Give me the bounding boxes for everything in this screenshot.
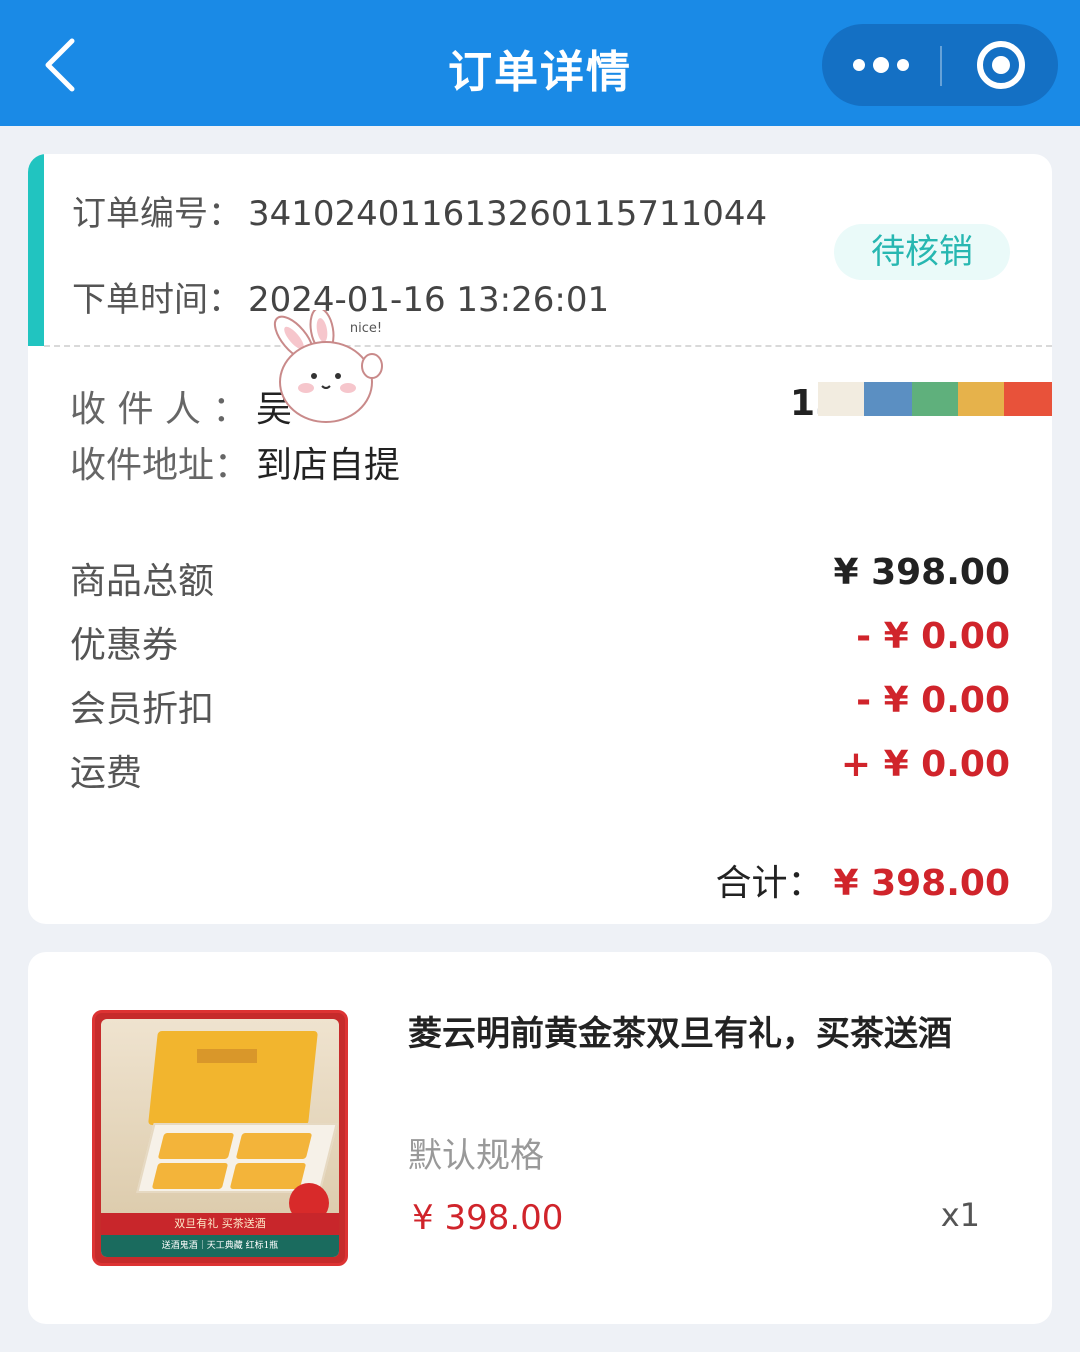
total-amount: ¥ 398.00 — [833, 863, 1010, 904]
navigation-bar: 订单详情 — [0, 0, 1080, 126]
product-quantity: x1 — [940, 1196, 980, 1234]
phone-redaction-mosaic — [818, 382, 1052, 416]
address-row: 收件地址： 到店自提 — [70, 436, 400, 488]
status-badge: 待核销 — [834, 224, 1010, 280]
product-card[interactable]: 双旦有礼 买茶送酒 送酒鬼酒｜天工典藏 红标1瓶 菱云明前黄金茶双旦有礼，买茶送… — [28, 952, 1052, 1324]
summary-row: 商品总额 ¥ 398.00 — [70, 552, 1010, 602]
recipient-row: 收 件 人 ： 吴 — [70, 380, 292, 432]
bunny-sticker-icon: nice! — [273, 310, 383, 423]
recipient-label: 收 件 人 ： — [70, 389, 249, 430]
total-label: 合计： — [715, 863, 824, 904]
address-label: 收件地址： — [70, 445, 251, 486]
order-total: 合计： ¥ 398.00 — [715, 854, 1010, 906]
product-price: ¥ 398.00 — [412, 1198, 564, 1238]
accent-bar — [28, 154, 44, 346]
summary-row: 会员折扣 - ¥ 0.00 — [70, 680, 1010, 730]
order-time-label: 下单时间： — [72, 280, 242, 320]
summary-row: 运费 + ¥ 0.00 — [70, 744, 1010, 794]
capsule-divider — [940, 46, 942, 86]
order-number-label: 订单编号： — [72, 194, 242, 234]
product-spec: 默认规格 — [408, 1136, 544, 1176]
summary-row: 优惠券 - ¥ 0.00 — [70, 616, 1010, 666]
order-info-card: 订单编号： 341024011613260115711044 下单时间： 2024-… — [28, 154, 1052, 924]
target-circle-icon[interactable] — [977, 41, 1025, 89]
order-number-value: 341024011613260115711044 — [248, 194, 768, 234]
order-number-row: 订单编号： 341024011613260115711044 — [72, 186, 767, 235]
dashed-divider — [44, 345, 1052, 347]
more-dots-icon[interactable] — [822, 24, 940, 106]
svg-text:nice!: nice! — [350, 321, 382, 336]
mini-program-capsule — [822, 24, 1058, 106]
address-value: 到店自提 — [256, 445, 401, 486]
product-image[interactable]: 双旦有礼 买茶送酒 送酒鬼酒｜天工典藏 红标1瓶 — [92, 1010, 348, 1266]
product-name[interactable]: 菱云明前黄金茶双旦有礼，买茶送酒 — [408, 1006, 952, 1055]
